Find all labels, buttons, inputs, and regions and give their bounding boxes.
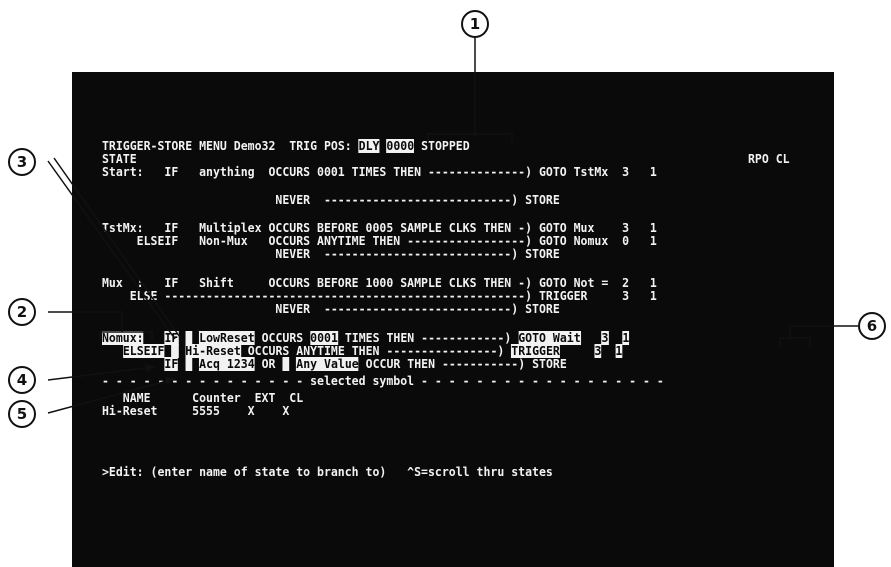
callout-5-marker: 5 xyxy=(8,400,36,428)
callout-4-arrowhead xyxy=(145,364,156,372)
callout-2-leader xyxy=(48,311,123,332)
callout-6-marker: 6 xyxy=(858,312,886,340)
callout-5-leader xyxy=(47,380,168,414)
callout-3-marker: 3 xyxy=(8,148,36,176)
callout-2-marker: 2 xyxy=(8,298,36,326)
callout-4-leader xyxy=(47,367,146,381)
callout-5-arrowhead xyxy=(165,377,176,385)
callout-4-marker: 4 xyxy=(8,366,36,394)
callout-1-marker: 1 xyxy=(461,10,489,38)
callout-1-bracket xyxy=(427,133,513,142)
callout-6-bracket xyxy=(779,337,811,346)
callout-2-bracket xyxy=(99,331,153,340)
callout-leaders xyxy=(47,38,858,414)
